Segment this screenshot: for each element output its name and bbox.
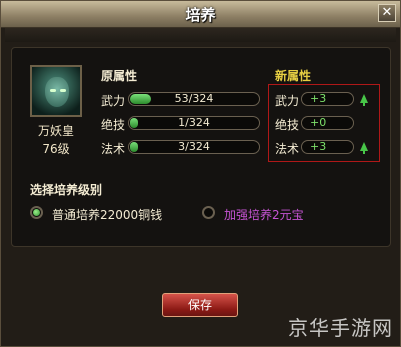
new-label-skill: 绝技 bbox=[275, 118, 300, 132]
orig-label-skill: 绝技 bbox=[101, 118, 126, 132]
dialog-title: 培养 bbox=[185, 6, 216, 24]
close-icon[interactable]: ✕ bbox=[378, 4, 396, 22]
new-label-magic: 法术 bbox=[275, 142, 300, 156]
new-bar-force: +3 bbox=[301, 92, 354, 106]
normal-training-label[interactable]: 普通培养22000铜钱 bbox=[52, 206, 162, 223]
orig-label-magic: 法术 bbox=[101, 142, 126, 156]
orig-label-force: 武力 bbox=[101, 94, 126, 108]
decorative-strip bbox=[5, 28, 396, 42]
hero-portrait-icon bbox=[30, 65, 82, 117]
new-delta-skill: +0 bbox=[310, 116, 327, 129]
new-delta-force: +3 bbox=[310, 92, 327, 105]
up-arrow-icon bbox=[360, 94, 368, 106]
new-label-force: 武力 bbox=[275, 94, 300, 108]
orig-value-skill: 1/324 bbox=[178, 116, 210, 129]
new-bar-magic: +3 bbox=[301, 140, 354, 154]
up-arrow-icon bbox=[360, 142, 368, 154]
orig-bar-skill: 1/324 bbox=[128, 116, 260, 130]
save-button[interactable]: 保存 bbox=[162, 293, 238, 317]
original-attrs-heading: 原属性 bbox=[101, 69, 138, 83]
new-bar-skill: +0 bbox=[301, 116, 354, 130]
orig-value-force: 53/324 bbox=[174, 92, 214, 105]
normal-training-radio[interactable] bbox=[30, 206, 43, 219]
enhanced-training-radio[interactable] bbox=[202, 206, 215, 219]
orig-value-magic: 3/324 bbox=[178, 140, 210, 153]
training-level-heading: 选择培养级别 bbox=[30, 183, 103, 197]
enhanced-training-label[interactable]: 加强培养2元宝 bbox=[224, 206, 304, 223]
new-delta-magic: +3 bbox=[310, 140, 327, 153]
new-attrs-heading: 新属性 bbox=[275, 69, 312, 83]
hero-name: 万妖皇 bbox=[37, 124, 74, 138]
orig-bar-force: 53/324 bbox=[128, 92, 260, 106]
watermark-logo: 京华手游网 bbox=[288, 316, 393, 340]
dialog-titlebar: 培养 ✕ bbox=[1, 1, 400, 28]
hero-level: 76级 bbox=[42, 142, 70, 156]
orig-bar-magic: 3/324 bbox=[128, 140, 260, 154]
